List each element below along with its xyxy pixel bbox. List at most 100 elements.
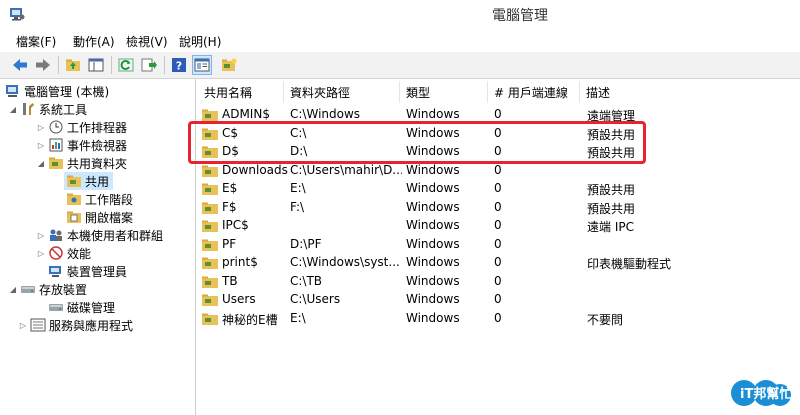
- table-row[interactable]: Users C:\Users Windows 0: [198, 291, 800, 309]
- column-header-type[interactable]: 類型: [400, 81, 488, 103]
- cell-type: Windows: [406, 273, 460, 288]
- table-row[interactable]: PF D:\PF Windows 0: [198, 236, 800, 254]
- cell-folder-path: C:\Windows\syst...: [290, 255, 400, 269]
- tree-item-storage[interactable]: ◢ 存放裝置: [8, 280, 87, 298]
- menu-help[interactable]: 說明(H): [179, 33, 221, 50]
- tree-item-computer-management[interactable]: 電腦管理 (本機): [3, 82, 109, 100]
- cell-clients: 0: [494, 218, 502, 232]
- services-icon: [30, 318, 46, 332]
- cell-clients: 0: [494, 310, 502, 325]
- users-icon: [48, 228, 64, 242]
- cell-description: 預設共用: [587, 201, 636, 216]
- cell-description: 印表機驅動程式: [587, 257, 672, 271]
- table-row[interactable]: F$ F:\ Windows 0 預設共用: [198, 199, 800, 217]
- share-folder-icon: [202, 257, 218, 269]
- cell-share-name: ADMIN$: [222, 107, 270, 121]
- collapsed-arrow-icon[interactable]: ▷: [36, 141, 46, 150]
- cell-share-name: PF: [222, 236, 237, 251]
- forward-icon[interactable]: [33, 55, 53, 75]
- tree-item-performance[interactable]: ▷ 效能: [36, 244, 91, 262]
- disk-icon: [48, 300, 64, 314]
- tools-icon: [20, 102, 36, 116]
- table-row[interactable]: 神秘的E槽 E:\ Windows 0 不要問: [198, 310, 800, 328]
- table-row[interactable]: TB C:\TB Windows 0: [198, 273, 800, 291]
- expanded-arrow-icon[interactable]: ◢: [36, 159, 46, 168]
- menu-view[interactable]: 檢視(V): [126, 33, 168, 50]
- table-row[interactable]: print$ C:\Windows\syst... Windows 0 印表機驅動程式: [198, 254, 800, 272]
- menu-action[interactable]: 動作(A): [73, 33, 115, 50]
- clock-icon: [48, 120, 64, 134]
- table-row[interactable]: E$ E:\ Windows 0 預設共用: [198, 180, 800, 198]
- share-icon: [66, 174, 82, 188]
- window-title: 電腦管理: [492, 8, 548, 24]
- tree-item-disk-management[interactable]: 磁碟管理: [46, 298, 115, 316]
- cell-clients: 0: [494, 162, 502, 177]
- help-icon[interactable]: ?: [169, 55, 189, 75]
- cell-clients: 0: [494, 107, 502, 121]
- expanded-arrow-icon[interactable]: ◢: [8, 285, 18, 294]
- share-folder-icon: [202, 109, 218, 121]
- tree-item-event-viewer[interactable]: ▷ 事件檢視器: [36, 136, 127, 154]
- cell-share-name: 神秘的E槽: [222, 312, 278, 327]
- tree-item-services-applications[interactable]: ▷ 服務與應用程式: [18, 316, 133, 334]
- console-tree: 電腦管理 (本機) ◢ 系統工具 ▷ 工作排程器 ▷ 事件檢視器 ◢ 共用資料夾…: [0, 79, 196, 415]
- column-header-share-name[interactable]: 共用名稱: [198, 81, 284, 103]
- cell-type: Windows: [406, 255, 460, 269]
- cell-description: 遠端 IPC: [587, 220, 634, 234]
- up-folder-icon[interactable]: [63, 55, 83, 75]
- new-share-icon[interactable]: [219, 55, 239, 75]
- collapsed-arrow-icon[interactable]: ▷: [36, 123, 46, 132]
- cell-type: Windows: [406, 218, 460, 232]
- expanded-arrow-icon[interactable]: ◢: [8, 105, 18, 114]
- properties-icon[interactable]: [192, 55, 212, 75]
- tree-item-task-scheduler[interactable]: ▷ 工作排程器: [36, 118, 127, 136]
- tree-item-system-tools[interactable]: ◢ 系統工具: [8, 100, 87, 118]
- cell-type: Windows: [406, 292, 460, 306]
- collapsed-arrow-icon[interactable]: ▷: [18, 321, 28, 330]
- cell-type: Windows: [406, 310, 460, 325]
- cell-folder-path: C:\Windows: [290, 107, 361, 121]
- highlight-box: [188, 121, 646, 164]
- cell-description: 不要問: [587, 312, 624, 327]
- cell-folder-path: C:\Users\mahir\D...: [290, 162, 402, 177]
- device-manager-icon: [48, 264, 64, 278]
- tree-item-local-users-groups[interactable]: ▷ 本機使用者和群組: [36, 226, 163, 244]
- cell-clients: 0: [494, 181, 502, 195]
- collapsed-arrow-icon[interactable]: ▷: [36, 249, 46, 258]
- export-list-icon[interactable]: [139, 55, 159, 75]
- cell-share-name: Downloads: [222, 162, 288, 177]
- show-hide-tree-icon[interactable]: [86, 55, 106, 75]
- cell-folder-path: C:\Users: [290, 292, 341, 306]
- menu-bar: 檔案(F) 動作(A) 檢視(V) 說明(H): [0, 30, 800, 53]
- table-row[interactable]: Downloads C:\Users\mahir\D... Windows 0: [198, 162, 800, 180]
- column-header-client-connections[interactable]: # 用戶端連線: [488, 81, 580, 103]
- refresh-icon[interactable]: [116, 55, 136, 75]
- cell-folder-path: D:\PF: [290, 236, 322, 251]
- cell-type: Windows: [406, 162, 460, 177]
- column-header-description[interactable]: 描述: [580, 81, 800, 103]
- svg-text:iT邦幫忙: iT邦幫忙: [740, 386, 792, 402]
- toolbar: ?: [0, 52, 800, 79]
- collapsed-arrow-icon[interactable]: ▷: [36, 231, 46, 240]
- share-folder-icon: [202, 313, 218, 325]
- cell-folder-path: F:\: [290, 199, 305, 214]
- tree-item-sessions[interactable]: 工作階段: [64, 190, 133, 208]
- tree-item-shared-folders[interactable]: ◢ 共用資料夾: [36, 154, 127, 172]
- svg-text:?: ?: [176, 60, 182, 73]
- shared-folder-icon: [48, 156, 64, 170]
- cell-folder-path: E:\: [290, 310, 306, 325]
- tree-item-open-files[interactable]: 開啟檔案: [64, 208, 133, 226]
- back-icon[interactable]: [10, 55, 30, 75]
- tree-item-shares[interactable]: 共用: [64, 172, 114, 190]
- cell-share-name: TB: [222, 273, 238, 288]
- cell-share-name: E$: [222, 181, 238, 195]
- cell-type: Windows: [406, 199, 460, 214]
- share-folder-icon: [202, 183, 218, 195]
- cell-clients: 0: [494, 199, 502, 214]
- cell-type: Windows: [406, 107, 460, 121]
- share-folder-icon: [202, 276, 218, 288]
- tree-item-device-manager[interactable]: 裝置管理員: [46, 262, 127, 280]
- column-header-folder-path[interactable]: 資料夾路徑: [284, 81, 400, 103]
- menu-file[interactable]: 檔案(F): [16, 33, 56, 50]
- table-row[interactable]: IPC$ Windows 0 遠端 IPC: [198, 217, 800, 235]
